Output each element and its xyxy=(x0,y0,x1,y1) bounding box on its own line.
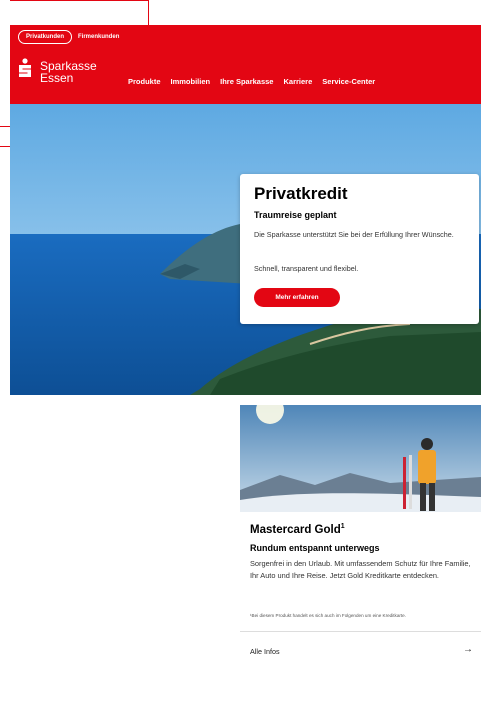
promo-title-footnote-marker: 1 xyxy=(340,523,345,530)
segment-business-link[interactable]: Firmenkunden xyxy=(78,33,119,41)
logo-line-2: Essen xyxy=(40,71,74,85)
promo-title: Mastercard Gold1 xyxy=(250,523,345,536)
skier-illustration xyxy=(240,405,481,512)
nav-item-ihre-sparkasse[interactable]: Ihre Sparkasse xyxy=(220,77,273,86)
card-text-2: Schnell, transparent und flexibel. xyxy=(254,264,359,273)
segment-private-button[interactable]: Privatkunden xyxy=(18,30,73,44)
card-text-1: Die Sparkasse unterstützt Sie bei der Er… xyxy=(254,230,454,239)
logo-wordmark: Sparkasse Essen xyxy=(40,60,97,84)
nav-item-service-center[interactable]: Service-Center xyxy=(322,77,375,86)
mastercard-gold-card[interactable]: Mastercard Gold1 Rundum entspannt unterw… xyxy=(240,405,481,695)
browser-page: Privatkunden Firmenkunden Sparkasse Esse… xyxy=(10,25,481,726)
sparkasse-s-icon xyxy=(19,58,31,77)
sparkasse-logo[interactable]: Sparkasse Essen xyxy=(18,58,97,94)
arrow-right-icon[interactable]: → xyxy=(463,644,473,655)
nav-item-produkte[interactable]: Produkte xyxy=(128,77,161,86)
nav-item-immobilien[interactable]: Immobilien xyxy=(171,77,211,86)
promo-subtitle: Rundum entspannt unterwegs xyxy=(250,543,380,553)
alle-infos-link[interactable]: Alle Infos xyxy=(250,647,280,656)
card-subtitle: Traumreise geplant xyxy=(254,210,337,220)
customer-segment-switch: Privatkunden Firmenkunden xyxy=(18,30,119,44)
promo-title-text: Mastercard Gold xyxy=(250,523,341,536)
site-header: Privatkunden Firmenkunden Sparkasse Esse… xyxy=(10,25,481,104)
promo-skier-image xyxy=(240,405,481,512)
promo-footnote: ¹Bei diesem Produkt handelt es sich auch… xyxy=(250,613,407,618)
promo-divider xyxy=(240,631,481,632)
main-navigation: Produkte Immobilien Ihre Sparkasse Karri… xyxy=(128,77,375,86)
promo-description: Sorgenfrei in den Urlaub. Mit umfassende… xyxy=(250,559,471,580)
mehr-erfahren-button[interactable]: Mehr erfahren xyxy=(254,288,340,307)
nav-item-karriere[interactable]: Karriere xyxy=(283,77,312,86)
card-title: Privatkredit xyxy=(254,184,348,203)
privatkredit-card: Privatkredit Traumreise geplant Die Spar… xyxy=(240,174,479,324)
